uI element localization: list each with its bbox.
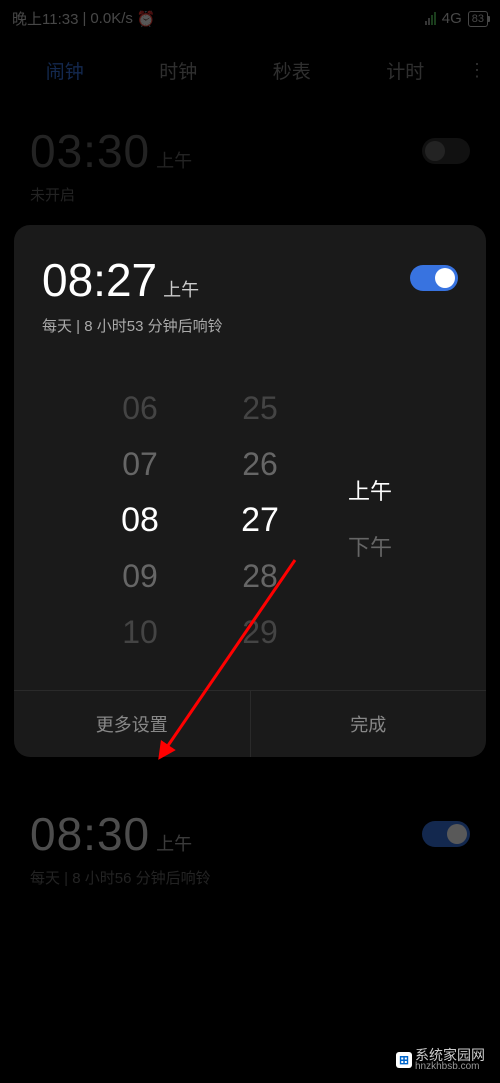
watermark-logo-icon: ⊞ bbox=[396, 1052, 412, 1068]
minute-option[interactable]: 26 bbox=[242, 436, 278, 492]
status-right: 4G 83 bbox=[425, 10, 488, 27]
done-button[interactable]: 完成 bbox=[251, 691, 487, 757]
signal-icon bbox=[425, 12, 436, 25]
watermark-url: hnzkhbsb.com bbox=[415, 1062, 485, 1072]
minute-option-selected[interactable]: 27 bbox=[241, 492, 279, 548]
more-icon[interactable]: ⋮ bbox=[462, 60, 492, 81]
alarm-time: 08:30 bbox=[30, 807, 150, 861]
edit-ampm: 上午 bbox=[163, 276, 199, 302]
status-speed: 0.0K/s bbox=[90, 10, 133, 27]
alarm-toggle-1[interactable] bbox=[422, 138, 470, 164]
alarm-toggle-2[interactable] bbox=[422, 821, 470, 847]
battery-icon: 83 bbox=[468, 11, 488, 27]
network-label: 4G bbox=[442, 10, 462, 27]
alarm-item-2[interactable]: 08:30 上午 每天 | 8 小时56 分钟后响铃 bbox=[0, 777, 500, 908]
watermark: ⊞ 系统家园网 hnzkhbsb.com bbox=[391, 1045, 490, 1075]
alarm-sub: 每天 | 8 小时56 分钟后响铃 bbox=[30, 867, 470, 888]
alarm-time: 03:30 bbox=[30, 124, 150, 178]
alarm-ampm: 上午 bbox=[156, 147, 192, 173]
tab-timer[interactable]: 计时 bbox=[349, 57, 463, 84]
hour-option[interactable]: 09 bbox=[122, 548, 158, 604]
ampm-am[interactable]: 上午 bbox=[348, 464, 392, 520]
status-time: 晚上11:33 bbox=[12, 8, 78, 29]
edit-time: 08:27 bbox=[42, 253, 157, 307]
hour-option-selected[interactable]: 08 bbox=[121, 492, 159, 548]
minute-option[interactable]: 25 bbox=[242, 380, 278, 436]
tab-clock[interactable]: 时钟 bbox=[122, 57, 236, 84]
status-sep: | bbox=[82, 10, 86, 27]
alarm-ampm: 上午 bbox=[156, 830, 192, 856]
clock-tabs: 闹钟 时钟 秒表 计时 ⋮ bbox=[0, 37, 500, 94]
status-bar: 晚上11:33 | 0.0K/s ⏰ 4G 83 bbox=[0, 0, 500, 37]
time-picker[interactable]: 06 07 08 09 10 25 26 27 28 29 上午 下午 bbox=[14, 350, 486, 690]
alarm-sub: 未开启 bbox=[30, 184, 470, 205]
minute-picker[interactable]: 25 26 27 28 29 bbox=[200, 380, 320, 660]
hour-option[interactable]: 06 bbox=[122, 380, 158, 436]
hour-option[interactable]: 10 bbox=[122, 604, 158, 660]
alarm-edit-card: 08:27 上午 每天 | 8 小时53 分钟后响铃 06 07 08 09 1… bbox=[14, 225, 486, 757]
tab-alarm[interactable]: 闹钟 bbox=[8, 57, 122, 84]
minute-option[interactable]: 29 bbox=[242, 604, 278, 660]
alarm-clock-icon: ⏰ bbox=[137, 10, 156, 28]
ampm-pm[interactable]: 下午 bbox=[348, 520, 392, 576]
alarm-item-1[interactable]: 03:30 上午 未开启 bbox=[0, 94, 500, 225]
edit-toggle[interactable] bbox=[410, 265, 458, 291]
tab-stopwatch[interactable]: 秒表 bbox=[235, 57, 349, 84]
hour-option[interactable]: 07 bbox=[122, 436, 158, 492]
ampm-picker[interactable]: 上午 下午 bbox=[320, 380, 420, 660]
edit-sub: 每天 | 8 小时53 分钟后响铃 bbox=[42, 315, 223, 336]
hour-picker[interactable]: 06 07 08 09 10 bbox=[80, 380, 200, 660]
more-settings-button[interactable]: 更多设置 bbox=[14, 691, 251, 757]
status-left: 晚上11:33 | 0.0K/s ⏰ bbox=[12, 8, 156, 29]
minute-option[interactable]: 28 bbox=[242, 548, 278, 604]
